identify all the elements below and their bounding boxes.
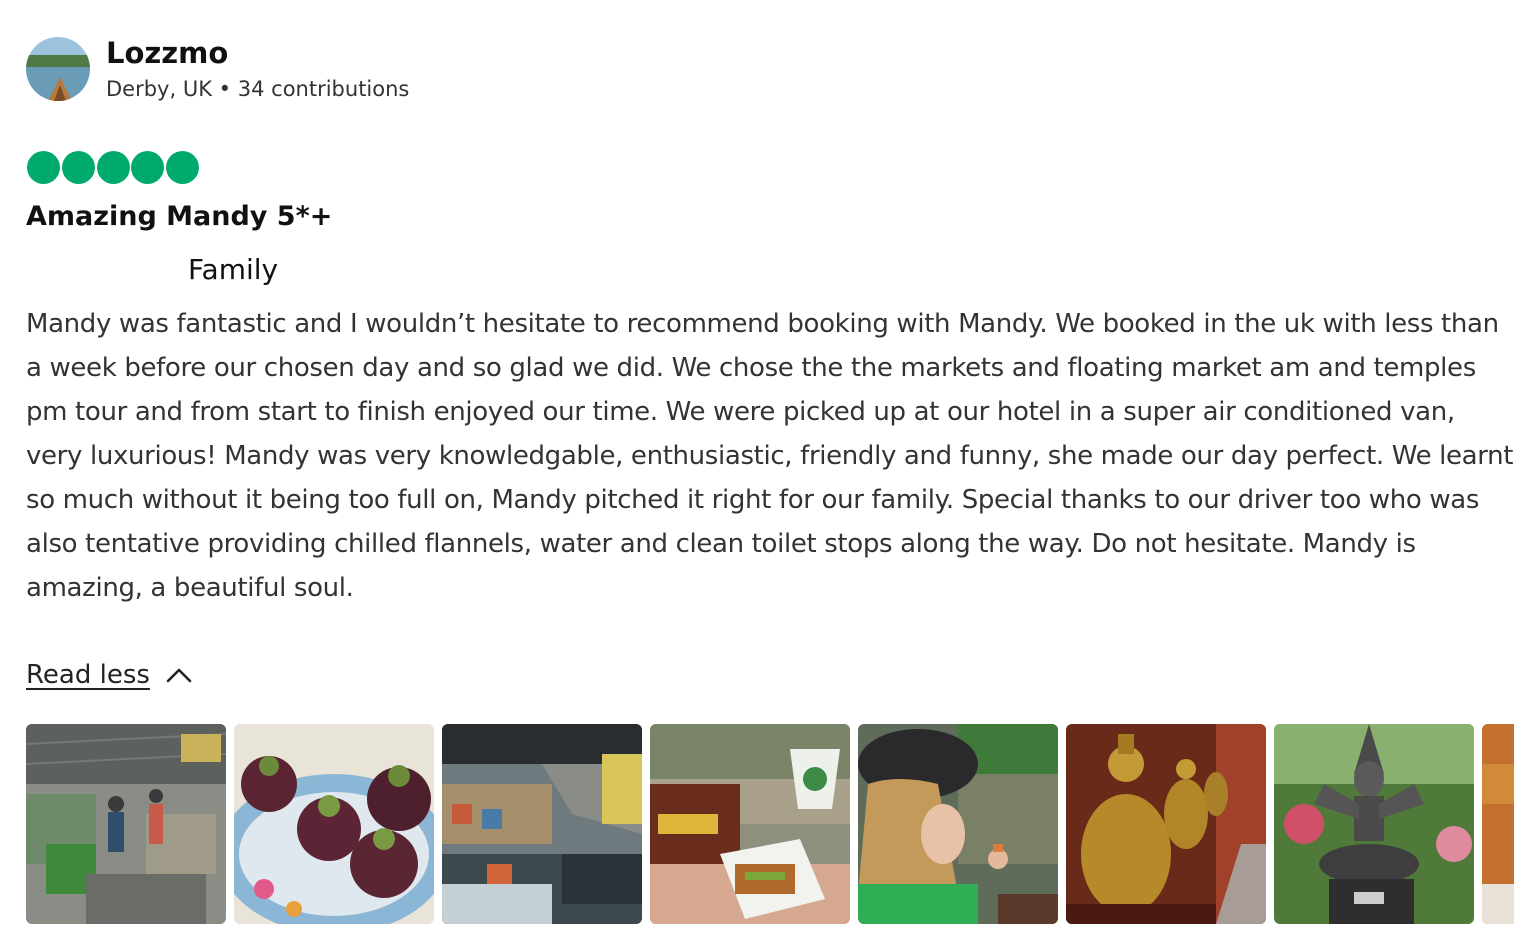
read-less-button[interactable]: Read less [26,655,192,695]
user-info: Lozzmo Derby, UK • 34 contributions [106,36,409,102]
reviewer-name[interactable]: Lozzmo [106,36,409,70]
rating-bubble-icon [166,151,200,184]
review-card: Lozzmo Derby, UK • 34 contributions Amaz… [0,0,1530,936]
rating-bubble-icon [131,151,165,184]
photo-thumbnail[interactable] [442,724,642,924]
photo-thumbnail[interactable] [1482,724,1514,924]
photo-thumbnail[interactable] [1066,724,1266,924]
photo-thumbnail[interactable] [234,724,434,924]
avatar[interactable] [26,37,90,101]
reviewer-meta: Derby, UK • 34 contributions [106,76,409,102]
read-less-label[interactable]: Read less [26,655,150,695]
reviewer-header: Lozzmo Derby, UK • 34 contributions [26,36,409,102]
trip-type: Family [188,253,279,286]
chevron-up-icon[interactable] [166,667,192,683]
meta-separator: • [218,77,232,101]
reviewer-location: Derby, UK [106,77,212,101]
rating-bubble-icon [96,151,130,184]
photo-thumbnail[interactable] [26,724,226,924]
photo-thumbnail[interactable] [858,724,1058,924]
review-body: Mandy was fantastic and I wouldn’t hesit… [26,309,1514,603]
reviewer-contributions: 34 contributions [237,77,410,101]
photo-thumbnail[interactable] [650,724,850,924]
review-title[interactable]: Amazing Mandy 5*+ [26,199,332,235]
rating-bubbles [27,151,201,184]
photo-gallery [26,724,1514,924]
rating-bubble-icon [61,151,95,184]
photo-thumbnail[interactable] [1274,724,1474,924]
rating-bubble-icon [27,151,60,184]
